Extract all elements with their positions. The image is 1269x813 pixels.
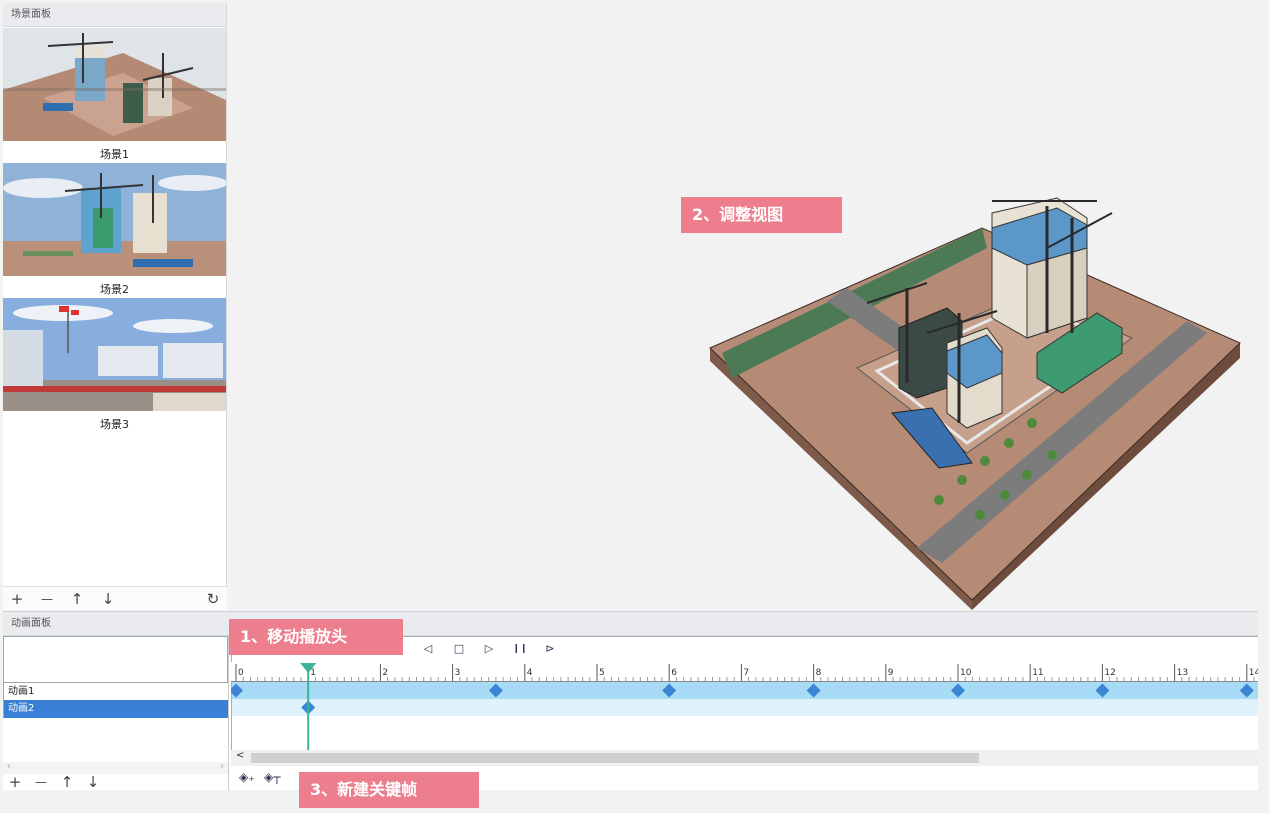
time-ruler[interactable]: 0 1 2 3 4 5 6 7 8 9 10 11 12 13 14	[231, 662, 1258, 682]
animation-track-1[interactable]	[231, 682, 1258, 699]
animation-panel-title: 动画面板	[3, 612, 1258, 636]
add-animation-button[interactable]: +	[5, 770, 25, 794]
ruler-tick-label: 14	[1249, 668, 1258, 678]
stop-button[interactable]: □	[451, 641, 467, 657]
animation-track-2[interactable]	[231, 699, 1258, 716]
scene-panel: 场景面板 场景1 场景2 场景3 + — ↑ ↓ ↻	[3, 3, 227, 610]
ruler-tick-label: 3	[455, 668, 461, 678]
ruler-tick-label: 11	[1032, 668, 1043, 678]
scene-thumbnail-1[interactable]	[3, 28, 226, 141]
scene-label-1: 场景1	[100, 148, 129, 161]
timeline-scrollbar-thumb[interactable]	[251, 753, 979, 763]
track-empty-area	[231, 716, 1258, 750]
next-frame-button[interactable]: ⊳	[542, 641, 558, 657]
scene-thumbnail-2[interactable]	[3, 163, 226, 276]
ruler-tick-label: 1	[310, 668, 316, 678]
animation-list: 动画1 动画2 ‹ › + — ↑ ↓	[3, 636, 229, 791]
timeline: ◁ □ ▷ ❙❙ ⊳ 0 1 2 3 4 5 6 7 8 9 10 11 12 13 14 < ◈₊ ◈┬	[231, 636, 1258, 790]
scroll-right-icon[interactable]: ›	[220, 761, 224, 772]
scene-panel-title: 场景面板	[3, 3, 226, 27]
pause-button[interactable]: ❙❙	[512, 641, 528, 657]
timeline-scrollbar[interactable]: <	[231, 750, 1258, 766]
animation-list-item[interactable]: 动画1	[3, 682, 228, 700]
ruler-tick-label: 6	[671, 668, 677, 678]
scroll-left-icon[interactable]: <	[236, 750, 244, 761]
callout-adjust-view: 2、调整视图	[681, 197, 842, 233]
ruler-tick-label: 0	[238, 668, 244, 678]
remove-animation-button[interactable]: —	[31, 770, 51, 794]
ruler-tick-label: 7	[743, 668, 749, 678]
refresh-scene-button[interactable]: ↻	[203, 587, 223, 611]
ruler-tick-label: 12	[1104, 668, 1115, 678]
animation-list-header	[3, 636, 228, 682]
ruler-tick-label: 5	[599, 668, 605, 678]
scene-label-3: 场景3	[100, 418, 129, 431]
set-keyframe-icon[interactable]: ◈┬	[264, 770, 280, 784]
remove-scene-button[interactable]: —	[37, 587, 57, 611]
site-model	[709, 197, 1241, 610]
animation-toolbar: + — ↑ ↓	[3, 773, 229, 791]
ruler-tick-label: 4	[527, 668, 533, 678]
3d-viewport[interactable]	[227, 3, 1258, 610]
app-window: 场景面板 场景1 场景2 场景3 + — ↑ ↓ ↻ 动画面板 动画1 动画2 …	[0, 0, 1269, 813]
prev-frame-button[interactable]: ◁	[420, 641, 436, 657]
ruler-tick-label: 10	[960, 668, 972, 678]
move-scene-up-button[interactable]: ↑	[67, 587, 87, 611]
ruler-tick-label: 13	[1177, 668, 1188, 678]
add-scene-button[interactable]: +	[7, 587, 27, 611]
scene-toolbar: + — ↑ ↓ ↻	[3, 586, 227, 610]
scene-thumbnail-3[interactable]	[3, 298, 226, 411]
add-keyframe-icon[interactable]: ◈₊	[239, 770, 255, 784]
play-button[interactable]: ▷	[481, 641, 497, 657]
move-animation-down-button[interactable]: ↓	[83, 770, 103, 794]
callout-new-keyframe: 3、新建关键帧	[299, 772, 479, 808]
ruler-tick-label: 2	[382, 668, 388, 678]
ruler-tick-label: 9	[888, 668, 894, 678]
animation-list-item-selected[interactable]: 动画2	[3, 700, 228, 718]
ruler-tick-label: 8	[816, 668, 822, 678]
scene-label-2: 场景2	[100, 283, 129, 296]
animation-panel: 动画面板 动画1 动画2 ‹ › + — ↑ ↓ ◁ □ ▷ ❙❙ ⊳ 0 1 …	[3, 611, 1258, 791]
callout-move-playhead: 1、移动播放头	[229, 619, 403, 655]
move-animation-up-button[interactable]: ↑	[57, 770, 77, 794]
move-scene-down-button[interactable]: ↓	[98, 587, 118, 611]
